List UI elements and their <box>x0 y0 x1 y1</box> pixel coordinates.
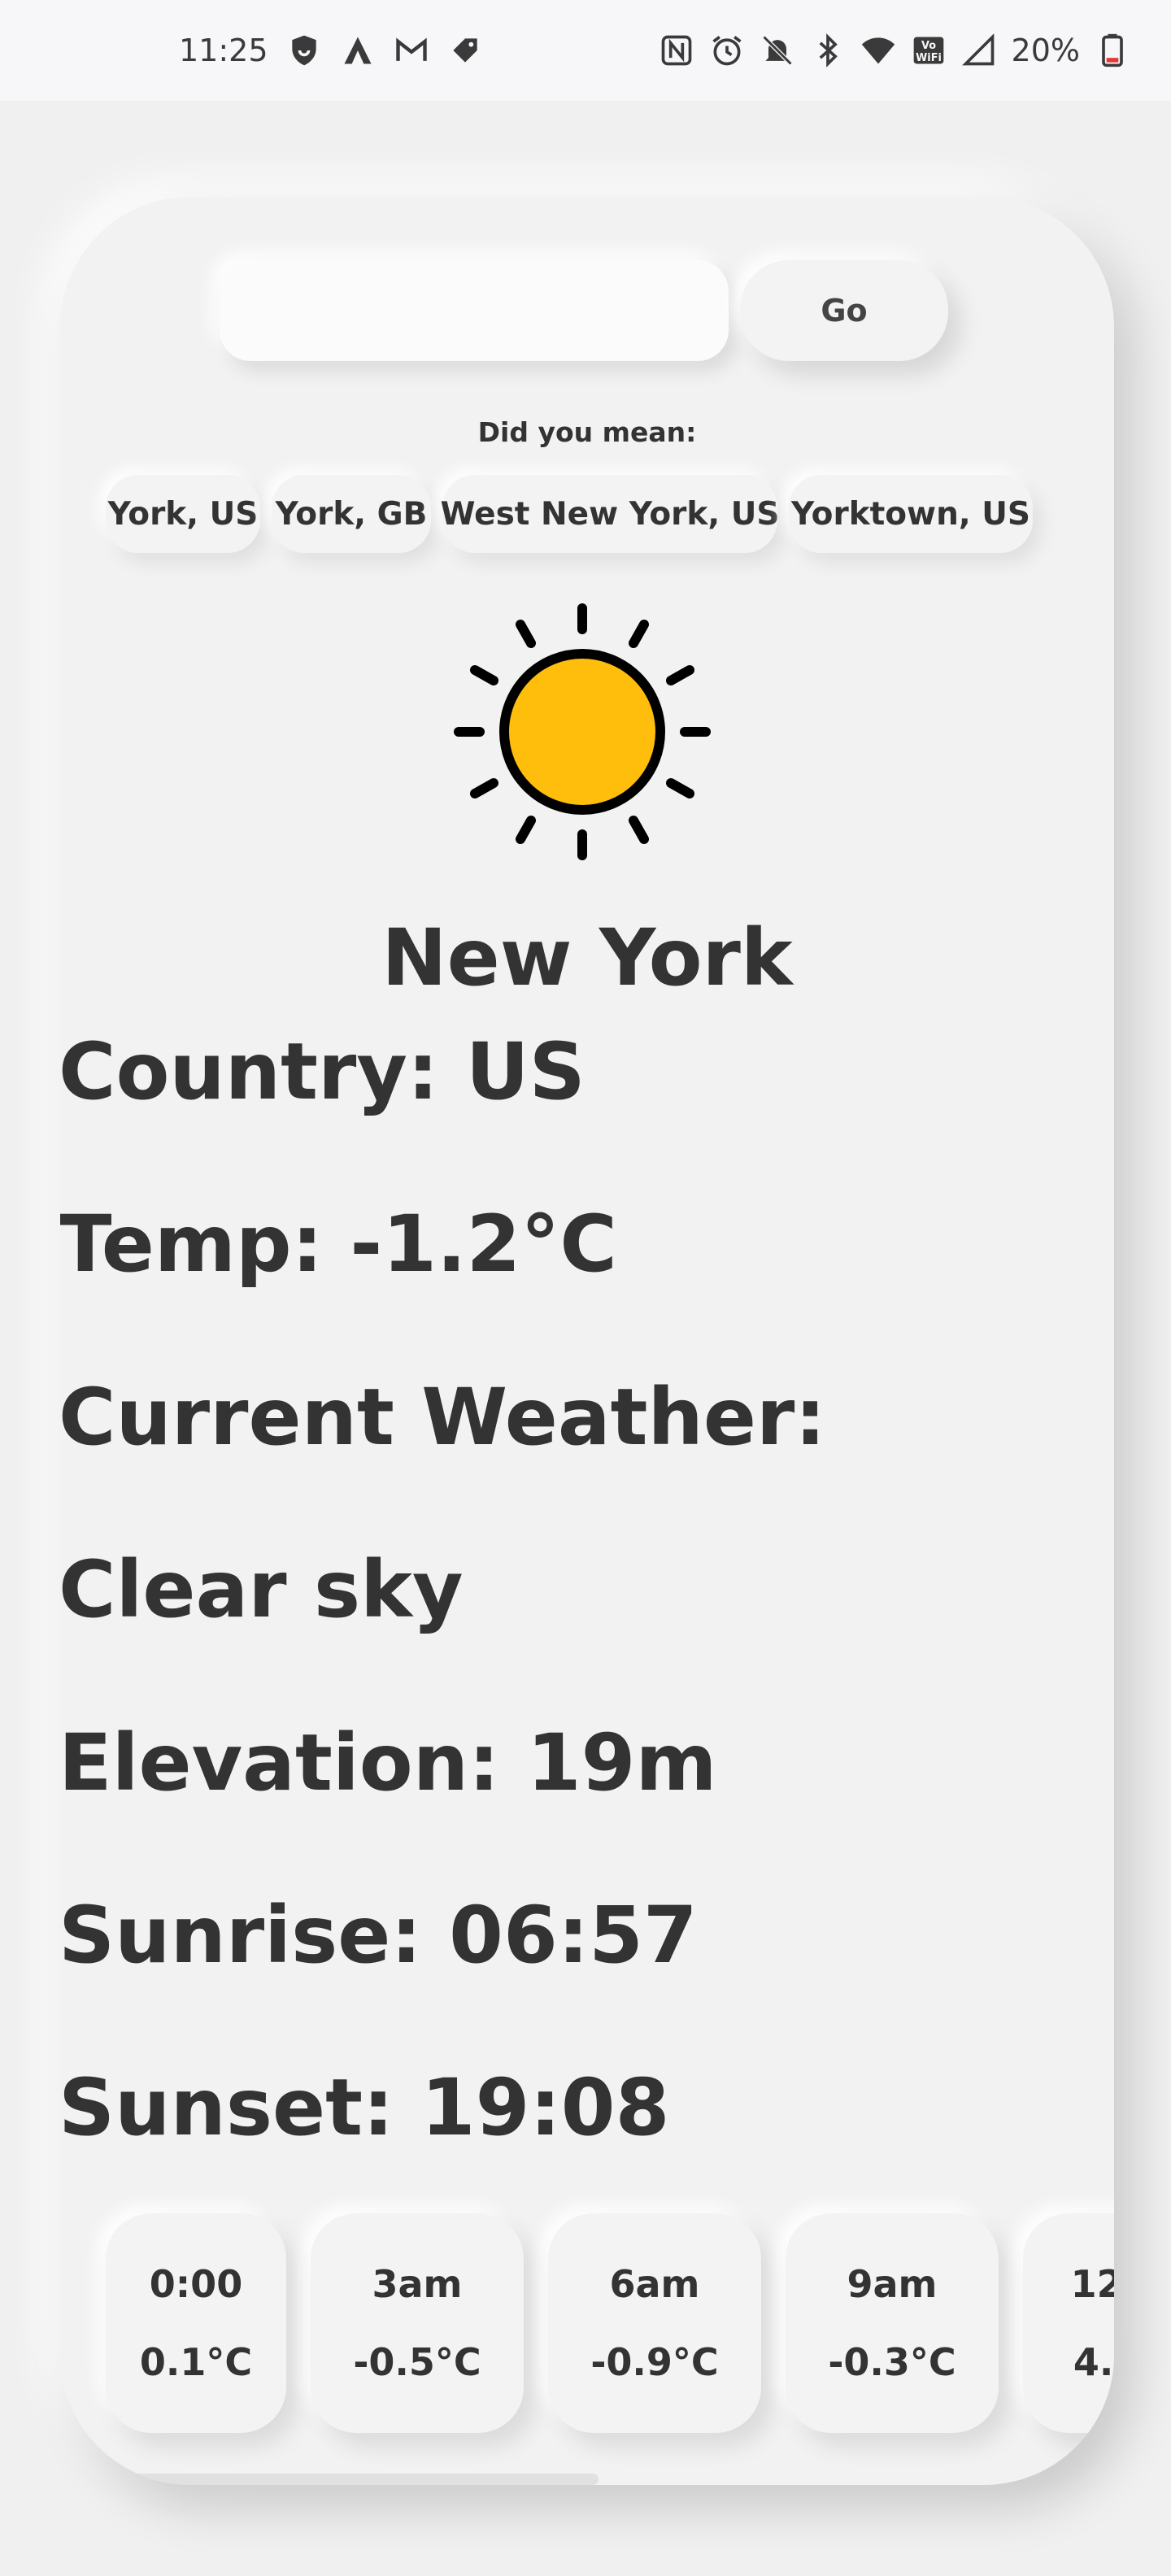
arrow-up-icon <box>340 33 376 68</box>
shield-icon <box>286 33 322 68</box>
gmail-icon <box>394 33 429 68</box>
hourly-time: 9am <box>847 2262 938 2306</box>
weather-card: Go Did you mean: York, US York, GB West … <box>60 197 1114 2485</box>
suggestion-west-new-york-us[interactable]: West New York, US <box>441 475 780 553</box>
hourly-temp: -0.5°C <box>353 2340 481 2384</box>
search-row: Go <box>220 260 948 361</box>
battery-percent: 20% <box>1011 33 1080 68</box>
suggestion-yorktown-us[interactable]: Yorktown, US <box>789 475 1033 553</box>
hourly-forecast[interactable]: 0:00 0.1°C 3am -0.5°C 6am -0.9°C 9am -0.… <box>106 2213 1114 2433</box>
wifi-icon <box>860 33 896 68</box>
hourly-time: 12pm <box>1070 2262 1114 2306</box>
hourly-temp: -0.3°C <box>828 2340 956 2384</box>
hourly-card: 9am -0.3°C <box>786 2213 999 2433</box>
sun-icon <box>452 602 712 862</box>
alarm-icon <box>709 33 745 68</box>
hourly-card: 6am -0.9°C <box>548 2213 761 2433</box>
hourly-card: 0:00 0.1°C <box>106 2213 286 2433</box>
hourly-time: 0:00 <box>149 2262 243 2306</box>
svg-text:WiFi: WiFi <box>916 52 942 64</box>
go-button[interactable]: Go <box>740 260 948 361</box>
hourly-temp: 0.1°C <box>139 2340 253 2384</box>
suggestion-list: York, US York, GB West New York, US York… <box>106 475 1114 553</box>
hourly-card: 12pm 4.9°C <box>1023 2213 1114 2433</box>
signal-icon <box>961 33 997 68</box>
did-you-mean-heading: Did you mean: <box>477 416 697 448</box>
country-text: Country: US <box>60 1026 586 1117</box>
suggestion-york-gb[interactable]: York, GB <box>272 475 431 553</box>
hourly-time: 6am <box>609 2262 700 2306</box>
svg-text:Vo: Vo <box>921 40 936 52</box>
vowifi-icon: Vo WiFi <box>911 33 947 68</box>
hourly-card: 3am -0.5°C <box>311 2213 524 2433</box>
status-bar: 11:25 Vo WiFi 20% <box>0 0 1171 101</box>
hourly-time: 3am <box>372 2262 463 2306</box>
temperature-text: Temp: -1.2°C <box>60 1199 617 1290</box>
hourly-temp: -0.9°C <box>590 2340 719 2384</box>
status-right: Vo WiFi 20% <box>659 0 1130 101</box>
battery-icon <box>1095 33 1130 68</box>
elevation-text: Elevation: 19m <box>60 1717 717 1808</box>
condition-text: Clear sky <box>60 1544 464 1635</box>
city-name: New York <box>381 912 793 1003</box>
tag-icon <box>447 33 483 68</box>
nfc-icon <box>659 33 694 68</box>
current-weather-label: Current Weather: <box>60 1372 826 1463</box>
horizontal-scrollbar[interactable] <box>117 2474 599 2485</box>
status-time: 11:25 <box>179 33 268 68</box>
sunset-text: Sunset: 19:08 <box>60 2062 670 2153</box>
suggestion-york-us[interactable]: York, US <box>106 475 260 553</box>
sunrise-text: Sunrise: 06:57 <box>60 1890 698 1981</box>
bell-off-icon <box>760 33 795 68</box>
bluetooth-icon <box>810 33 846 68</box>
status-left: 11:25 <box>179 0 483 101</box>
city-search-input[interactable] <box>220 260 729 361</box>
hourly-temp: 4.9°C <box>1073 2340 1114 2384</box>
